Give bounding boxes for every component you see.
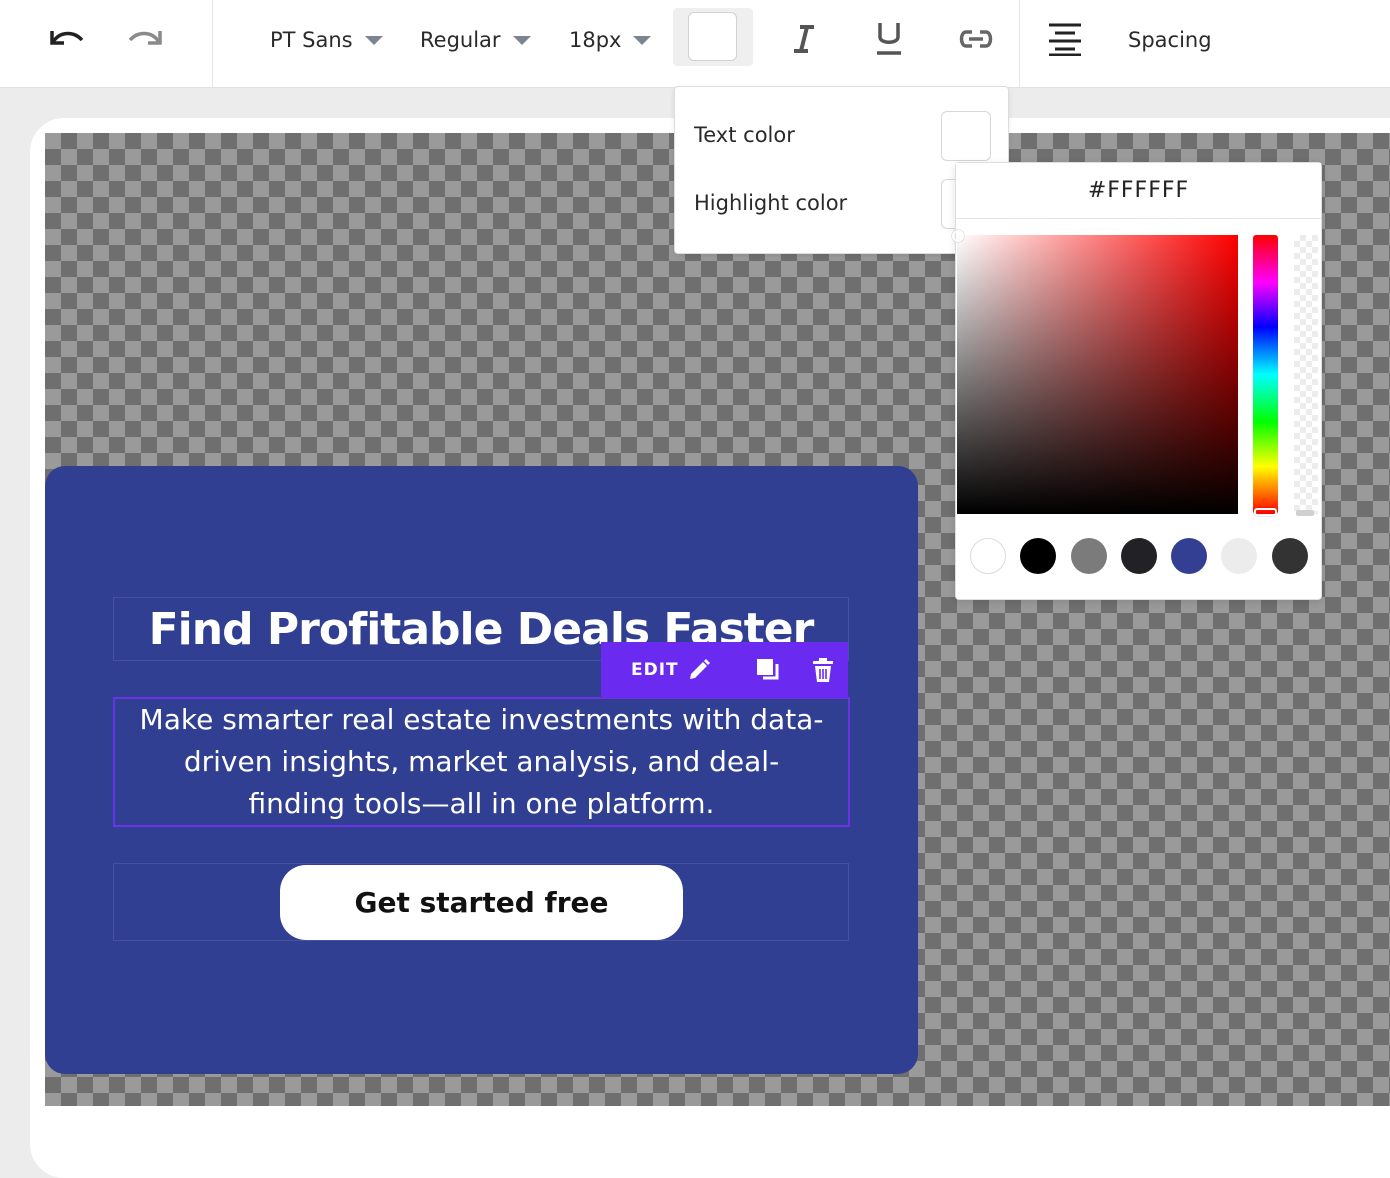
- preset-colors: [970, 538, 1322, 576]
- toolbar-divider: [212, 0, 213, 88]
- alpha-slider[interactable]: [1294, 235, 1318, 516]
- edit-label: EDIT: [631, 660, 679, 680]
- trash-icon: [812, 658, 833, 682]
- chevron-down-icon: [633, 35, 652, 45]
- underline-icon: [877, 23, 901, 55]
- font-family-value: PT Sans: [270, 28, 353, 52]
- font-weight-dropdown[interactable]: Regular: [420, 22, 531, 58]
- text-color-button[interactable]: [673, 8, 753, 66]
- preset-swatch[interactable]: [1221, 538, 1258, 574]
- preset-swatch[interactable]: [970, 538, 1006, 574]
- font-size-dropdown[interactable]: 18px: [569, 22, 652, 58]
- delete-button[interactable]: [811, 657, 835, 683]
- text-color-option[interactable]: Text color: [694, 123, 795, 147]
- link-button[interactable]: [955, 14, 997, 64]
- duplicate-icon: [756, 659, 779, 680]
- saturation-handle[interactable]: [952, 230, 964, 242]
- hex-input[interactable]: [956, 163, 1321, 219]
- color-picker: [952, 162, 1322, 600]
- undo-icon: [50, 31, 84, 45]
- align-center-button[interactable]: [1044, 14, 1086, 64]
- preset-swatch[interactable]: [1171, 538, 1208, 574]
- spacing-button[interactable]: Spacing: [1128, 22, 1212, 58]
- italic-icon: [794, 25, 814, 53]
- hero-section[interactable]: Find Profitable Deals Faster Make smarte…: [45, 466, 918, 1074]
- preset-swatch[interactable]: [1120, 538, 1157, 574]
- font-weight-value: Regular: [420, 28, 501, 52]
- get-started-button[interactable]: Get started free: [280, 865, 683, 940]
- block-edit-toolbar: EDIT: [601, 642, 848, 698]
- link-icon: [959, 30, 993, 48]
- italic-button[interactable]: [784, 14, 824, 64]
- underline-button[interactable]: [868, 14, 910, 64]
- align-center-icon: [1049, 23, 1081, 56]
- highlight-color-option[interactable]: Highlight color: [694, 191, 847, 215]
- duplicate-button[interactable]: [755, 657, 781, 683]
- hue-slider[interactable]: [1253, 235, 1278, 516]
- preset-swatch[interactable]: [1271, 538, 1308, 574]
- edit-button[interactable]: EDIT: [631, 658, 711, 682]
- redo-icon: [128, 31, 162, 45]
- pencil-icon: [689, 659, 710, 679]
- alpha-handle[interactable]: [1296, 510, 1314, 516]
- chevron-down-icon: [512, 35, 531, 45]
- chevron-down-icon: [364, 35, 383, 45]
- hero-subtext[interactable]: Make smarter real estate investments wit…: [137, 699, 827, 825]
- saturation-brightness-area[interactable]: [952, 230, 1238, 514]
- editor-toolbar: PT Sans Regular 18px Spacing: [0, 0, 1390, 88]
- font-size-value: 18px: [569, 28, 622, 52]
- hue-handle[interactable]: [1254, 508, 1277, 516]
- preset-swatch[interactable]: [1070, 538, 1107, 574]
- redo-button[interactable]: [120, 14, 172, 64]
- subtext-block-selected[interactable]: Make smarter real estate investments wit…: [113, 697, 850, 827]
- font-family-dropdown[interactable]: PT Sans: [270, 22, 383, 58]
- undo-button[interactable]: [40, 14, 92, 64]
- toolbar-divider: [1019, 0, 1020, 88]
- current-color-swatch: [688, 12, 737, 61]
- preset-swatch[interactable]: [1020, 538, 1057, 574]
- text-color-swatch[interactable]: [941, 111, 991, 161]
